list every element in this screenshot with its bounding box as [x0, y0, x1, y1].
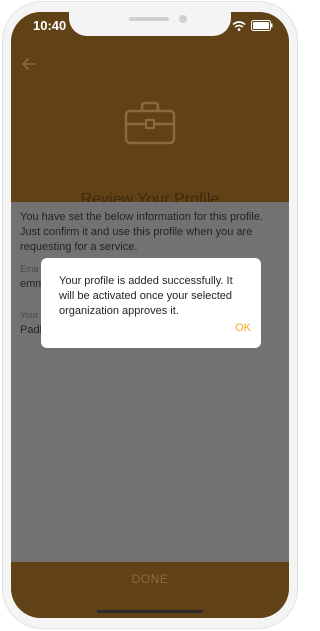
status-bar: 10:40 — [11, 12, 289, 46]
speaker-grille — [129, 17, 169, 21]
profile-review-content: You have set the below information for t… — [11, 202, 289, 562]
organization-field-label: Your — [20, 310, 39, 320]
home-indicator — [97, 610, 203, 613]
success-dialog: Your profile is added successfully. It w… — [41, 258, 261, 348]
app-screen: 10:40 Review Your Profile You have set t… — [11, 12, 289, 618]
profile-header: Review Your Profile — [11, 46, 289, 208]
dialog-ok-button[interactable]: OK — [235, 322, 251, 334]
done-button-label: DONE — [131, 572, 169, 586]
back-arrow-icon[interactable] — [21, 56, 37, 72]
battery-icon — [251, 20, 273, 31]
intro-text: You have set the below information for t… — [20, 211, 263, 253]
email-field-label: Ema — [20, 264, 39, 274]
briefcase-icon — [124, 101, 176, 145]
status-time: 10:40 — [33, 18, 67, 33]
device-notch — [69, 12, 231, 36]
wifi-icon — [232, 20, 246, 31]
dialog-message: Your profile is added successfully. It w… — [59, 275, 233, 317]
front-camera — [179, 15, 187, 23]
